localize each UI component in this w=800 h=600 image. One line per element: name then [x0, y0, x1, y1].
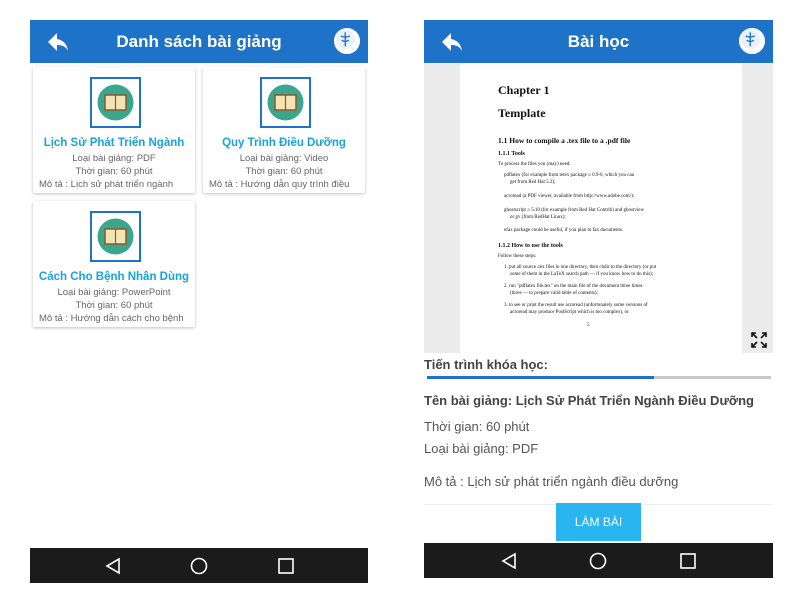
nav-recents-icon[interactable] [678, 551, 698, 571]
page-title: Danh sách bài giảng [116, 32, 282, 51]
lecture-list-screen: Danh sách bài giảng Lịch Sử Phát Triển N… [30, 20, 368, 583]
book-icon [90, 211, 141, 262]
lecture-type: Loại bài giảng: Video [239, 153, 329, 164]
doc-subsection: 1.1.2 How to use the tools [498, 243, 563, 249]
lesson-name: Tên bài giảng: Lịch Sử Phát Triển Ngành … [424, 393, 754, 408]
lecture-description: Mô tả : Hướng dẫn cách cho bệnh [39, 313, 184, 324]
lecture-type: Loại bài giảng: PowerPoint [57, 287, 171, 298]
nav-home-icon[interactable] [189, 556, 209, 576]
doc-text: ghostscript ≥ 5.10 (for example from Red… [504, 208, 645, 213]
course-progress-bar [427, 376, 771, 379]
doc-text: 1. put all source .tex files in one dire… [504, 265, 657, 270]
lecture-title: Quy Trình Điều Dưỡng [222, 137, 346, 149]
nav-recents-icon[interactable] [276, 556, 296, 576]
start-exercise-button[interactable]: LÀM BÀI [556, 503, 641, 541]
logo-icon [737, 26, 767, 56]
lecture-description: Mô tả : Hướng dẫn quy trình điều [209, 179, 350, 190]
logo-icon [332, 26, 362, 56]
system-nav-bar [424, 543, 773, 578]
lecture-card[interactable]: Cách Cho Bệnh Nhân Dùng Loại bài giảng: … [33, 201, 195, 327]
nav-home-icon[interactable] [588, 551, 608, 571]
lecture-duration: Thời gian: 60 phút [75, 166, 153, 177]
doc-text: some of them in the LaTeX search path — … [510, 272, 654, 277]
app-bar: Danh sách bài giảng [30, 20, 368, 63]
nav-back-icon[interactable] [103, 556, 123, 576]
pdf-viewer[interactable]: Chapter 1 Template 1.1 How to compile a … [424, 63, 773, 353]
doc-text: get from Red Hat 5.2); [510, 180, 556, 185]
doc-text: acroread may produce PostScript which is… [510, 310, 629, 315]
lecture-title: Cách Cho Bệnh Nhân Dùng [38, 271, 190, 283]
doc-text: acroread (a PDF viewer, available from h… [504, 194, 635, 199]
page-title: Bài học [567, 32, 630, 51]
system-nav-bar [30, 548, 368, 583]
lesson-description: Mô tả : Lịch sử phát triển ngành điều dư… [424, 474, 679, 489]
lecture-description: Mô tả : Lịch sử phát triển ngành [39, 179, 174, 190]
doc-page-number: 5 [587, 323, 590, 328]
doc-heading: Template [498, 106, 546, 120]
doc-chapter: Chapter 1 [498, 83, 550, 97]
progress-fill [427, 376, 655, 379]
lecture-title: Lịch Sử Phát Triển Ngành [43, 137, 185, 149]
expand-icon[interactable] [750, 331, 768, 349]
book-icon [90, 77, 141, 128]
lecture-duration: Thời gian: 60 phút [75, 300, 153, 311]
lecture-duration: Thời gian: 60 phút [245, 166, 323, 177]
doc-text: (three — to prepare valid table of conte… [510, 291, 598, 296]
lesson-duration: Thời gian: 60 phút [424, 419, 530, 434]
doc-text: pdflatex (for example from tetex package… [504, 173, 635, 178]
doc-text: or gv (from RedHat Linux); [510, 215, 566, 220]
app-bar: Bài học [424, 20, 773, 63]
doc-text: To process the files you (may) need: [498, 162, 571, 167]
lecture-type: Loại bài giảng: PDF [72, 153, 156, 164]
book-icon [260, 77, 311, 128]
lesson-type: Loại bài giảng: PDF [424, 441, 539, 456]
lecture-card[interactable]: Quy Trình Điều Dưỡng Loại bài giảng: Vid… [203, 67, 365, 193]
pdf-page: Chapter 1 Template 1.1 How to compile a … [460, 63, 742, 353]
lesson-detail-screen: Bài học Chapter 1 Template 1.1 How to co… [424, 20, 773, 578]
doc-text: 3. to see or print the result use acrore… [504, 303, 648, 308]
doc-section: 1.1 How to compile a .tex file to a .pdf… [498, 136, 631, 145]
doc-text: Follow these steps: [498, 254, 537, 259]
doc-text: efax package could be useful, if you pla… [504, 228, 624, 233]
progress-label: Tiến trình khóa học: [424, 357, 548, 372]
nav-back-icon[interactable] [499, 551, 519, 571]
lecture-card[interactable]: Lịch Sử Phát Triển Ngành Loại bài giảng:… [33, 67, 195, 193]
doc-text: 2. run "pdflatex file.tex" on the main f… [504, 284, 643, 289]
doc-subsection: 1.1.1 Tools [498, 151, 525, 157]
